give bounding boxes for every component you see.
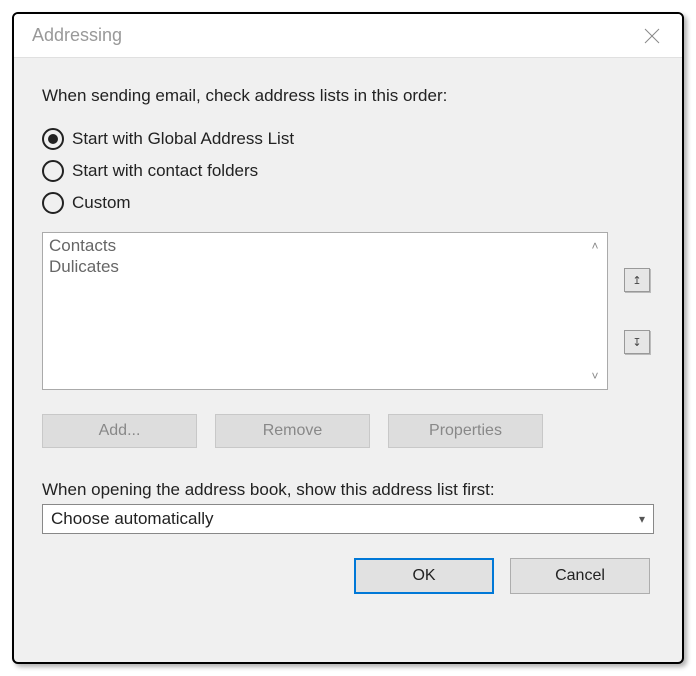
scroll-up-icon[interactable]: ˄ [591,239,598,253]
radio-custom[interactable]: Custom [42,192,654,214]
arrow-down-icon: ↧ [632,336,641,349]
add-button: Add... [42,414,197,448]
ok-button[interactable]: OK [354,558,494,594]
radio-label: Start with Global Address List [72,129,294,149]
list-row: Contacts Dulicates ˄ ˅ ↥ ↧ [42,232,654,390]
move-up-button[interactable]: ↥ [624,268,650,292]
dropdown-value: Choose automatically [51,509,214,529]
radio-icon [42,192,64,214]
list-actions: Add... Remove Properties [42,414,654,448]
dialog-content: When sending email, check address lists … [14,58,682,662]
list-items: Contacts Dulicates [43,233,583,389]
reorder-buttons: ↥ ↧ [620,232,654,390]
cancel-button[interactable]: Cancel [510,558,650,594]
remove-button: Remove [215,414,370,448]
radio-start-gal[interactable]: Start with Global Address List [42,128,654,150]
properties-button: Properties [388,414,543,448]
radio-icon [42,128,64,150]
default-list-dropdown[interactable]: Choose automatically ▾ [42,504,654,534]
list-item[interactable]: Contacts [49,235,577,256]
radio-label: Start with contact folders [72,161,258,181]
dialog-footer: OK Cancel [42,558,654,594]
radio-group: Start with Global Address List Start wit… [42,128,654,224]
radio-icon [42,160,64,182]
radio-start-contacts[interactable]: Start with contact folders [42,160,654,182]
section2-label: When opening the address book, show this… [42,480,654,500]
list-item[interactable]: Dulicates [49,256,577,277]
close-icon [643,27,661,45]
titlebar: Addressing [14,14,682,58]
close-button[interactable] [630,16,674,56]
scroll-down-icon[interactable]: ˅ [591,369,598,383]
instruction-label: When sending email, check address lists … [42,86,654,106]
addressing-dialog: Addressing When sending email, check add… [12,12,684,664]
address-listbox[interactable]: Contacts Dulicates ˄ ˅ [42,232,608,390]
dialog-title: Addressing [32,25,122,46]
move-down-button[interactable]: ↧ [624,330,650,354]
scrollbar[interactable]: ˄ ˅ [583,233,607,389]
arrow-up-icon: ↥ [632,274,641,287]
radio-label: Custom [72,193,131,213]
chevron-down-icon: ▾ [639,512,645,526]
